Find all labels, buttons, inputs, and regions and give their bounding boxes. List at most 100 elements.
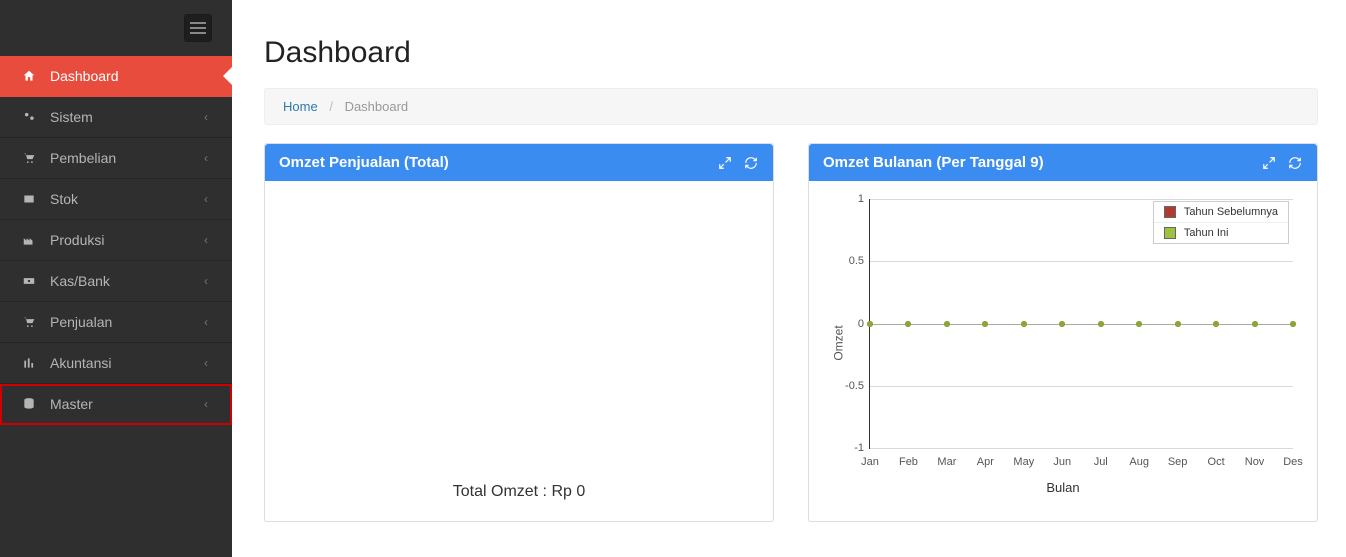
cash-icon — [20, 274, 38, 288]
sidebar-item-label: Dashboard — [50, 68, 208, 84]
breadcrumb-current: Dashboard — [345, 99, 409, 114]
legend-label: Tahun Sebelumnya — [1184, 206, 1278, 218]
chevron-left-icon: ‹ — [204, 110, 208, 124]
sidebar-item-label: Kas/Bank — [50, 273, 204, 289]
chart-datapoint — [1175, 321, 1181, 327]
sidebar-item-pembelian[interactable]: Pembelian‹ — [0, 138, 232, 179]
panel-header: Omzet Bulanan (Per Tanggal 9) — [809, 144, 1317, 181]
chart-xtick: Jan — [861, 456, 879, 468]
panel-title: Omzet Penjualan (Total) — [279, 154, 717, 171]
sidebar-item-produksi[interactable]: Produksi‹ — [0, 220, 232, 261]
legend-row: Tahun Sebelumnya — [1154, 202, 1288, 223]
chart-xtick: Feb — [899, 456, 918, 468]
sidebar-item-label: Sistem — [50, 109, 204, 125]
breadcrumb-separator: / — [329, 99, 333, 114]
home-icon — [20, 69, 38, 83]
chart-xtick: Oct — [1208, 456, 1225, 468]
chart-xlabel: Bulan — [1046, 480, 1079, 495]
settings-icon[interactable] — [1261, 155, 1277, 171]
chart-datapoint — [1136, 321, 1142, 327]
chart-datapoint — [1213, 321, 1219, 327]
chart-datapoint — [1059, 321, 1065, 327]
chart-datapoint — [982, 321, 988, 327]
chart-xtick: Nov — [1245, 456, 1265, 468]
cart-icon — [20, 315, 38, 329]
chevron-left-icon: ‹ — [204, 397, 208, 411]
chart-xtick: Jul — [1094, 456, 1108, 468]
sidebar-item-master[interactable]: Master‹ — [0, 384, 232, 425]
panel-body: Omzet Bulan Tahun Sebelumnya Tahun — [809, 181, 1317, 507]
page-title: Dashboard — [264, 36, 1318, 70]
chart-datapoint — [1021, 321, 1027, 327]
total-omzet-text: Total Omzet : Rp 0 — [279, 483, 759, 507]
menu-icon — [190, 22, 206, 34]
panel-omzet-monthly: Omzet Bulanan (Per Tanggal 9) Omzet Bula… — [808, 143, 1318, 522]
chart-gridline — [870, 199, 1293, 200]
chart-xtick: May — [1013, 456, 1034, 468]
panel-row: Omzet Penjualan (Total) Total Omzet : Rp… — [264, 143, 1318, 522]
chevron-left-icon: ‹ — [204, 192, 208, 206]
chevron-left-icon: ‹ — [204, 356, 208, 370]
sidebar-item-dashboard[interactable]: Dashboard — [0, 56, 232, 97]
chart-ytick: 0 — [834, 318, 864, 330]
chart-xtick: Jun — [1053, 456, 1071, 468]
chart-xtick: Sep — [1168, 456, 1188, 468]
sidebar-item-sistem[interactable]: Sistem‹ — [0, 97, 232, 138]
chart-gridline — [870, 261, 1293, 262]
panel-tools — [1261, 155, 1303, 171]
chart-ytick: 1 — [834, 193, 864, 205]
panel-body: Total Omzet : Rp 0 — [265, 181, 773, 521]
chart-legend: Tahun Sebelumnya Tahun Ini — [1153, 201, 1289, 244]
panel-header: Omzet Penjualan (Total) — [265, 144, 773, 181]
breadcrumb-home-link[interactable]: Home — [283, 99, 318, 114]
barchart-icon — [20, 356, 38, 370]
chart-datapoint — [1252, 321, 1258, 327]
sidebar-item-label: Pembelian — [50, 150, 204, 166]
chart-gridline — [870, 448, 1293, 449]
chart: Omzet Bulan Tahun Sebelumnya Tahun — [823, 193, 1303, 493]
chart-gridline — [870, 386, 1293, 387]
nav-list: DashboardSistem‹Pembelian‹Stok‹Produksi‹… — [0, 56, 232, 425]
legend-swatch — [1164, 206, 1176, 218]
chart-ytick: -1 — [834, 442, 864, 454]
cart-icon — [20, 151, 38, 165]
legend-label: Tahun Ini — [1184, 227, 1229, 239]
settings-icon[interactable] — [717, 155, 733, 171]
chart-xtick: Mar — [937, 456, 956, 468]
refresh-icon[interactable] — [1287, 155, 1303, 171]
chart-ytick: 0.5 — [834, 255, 864, 267]
cogs-icon — [20, 110, 38, 124]
chart-xtick: Des — [1283, 456, 1303, 468]
chart-ylabel: Omzet — [832, 325, 846, 360]
panel-tools — [717, 155, 759, 171]
sidebar-item-penjualan[interactable]: Penjualan‹ — [0, 302, 232, 343]
chart-datapoint — [867, 321, 873, 327]
factory-icon — [20, 233, 38, 247]
sidebar-item-label: Produksi — [50, 232, 204, 248]
legend-swatch — [1164, 227, 1176, 239]
sidebar: DashboardSistem‹Pembelian‹Stok‹Produksi‹… — [0, 0, 232, 557]
chart-datapoint — [944, 321, 950, 327]
refresh-icon[interactable] — [743, 155, 759, 171]
chevron-left-icon: ‹ — [204, 151, 208, 165]
chart-datapoint — [1098, 321, 1104, 327]
sidebar-top — [0, 0, 232, 56]
database-icon — [20, 397, 38, 411]
sidebar-item-stok[interactable]: Stok‹ — [0, 179, 232, 220]
legend-row: Tahun Ini — [1154, 223, 1288, 243]
sidebar-item-kas-bank[interactable]: Kas/Bank‹ — [0, 261, 232, 302]
chart-xtick: Apr — [977, 456, 994, 468]
chevron-left-icon: ‹ — [204, 315, 208, 329]
box-icon — [20, 192, 38, 206]
sidebar-item-label: Penjualan — [50, 314, 204, 330]
chart-gridline — [870, 324, 1293, 325]
sidebar-item-label: Akuntansi — [50, 355, 204, 371]
sidebar-item-label: Master — [50, 396, 204, 412]
chart-plot-area: Tahun Sebelumnya Tahun Ini 10.50-0.5-1Ja… — [869, 199, 1293, 449]
chart-datapoint — [905, 321, 911, 327]
chart-datapoint — [1290, 321, 1296, 327]
panel-title: Omzet Bulanan (Per Tanggal 9) — [823, 154, 1261, 171]
menu-toggle-button[interactable] — [184, 14, 212, 42]
breadcrumb: Home / Dashboard — [264, 88, 1318, 125]
sidebar-item-akuntansi[interactable]: Akuntansi‹ — [0, 343, 232, 384]
